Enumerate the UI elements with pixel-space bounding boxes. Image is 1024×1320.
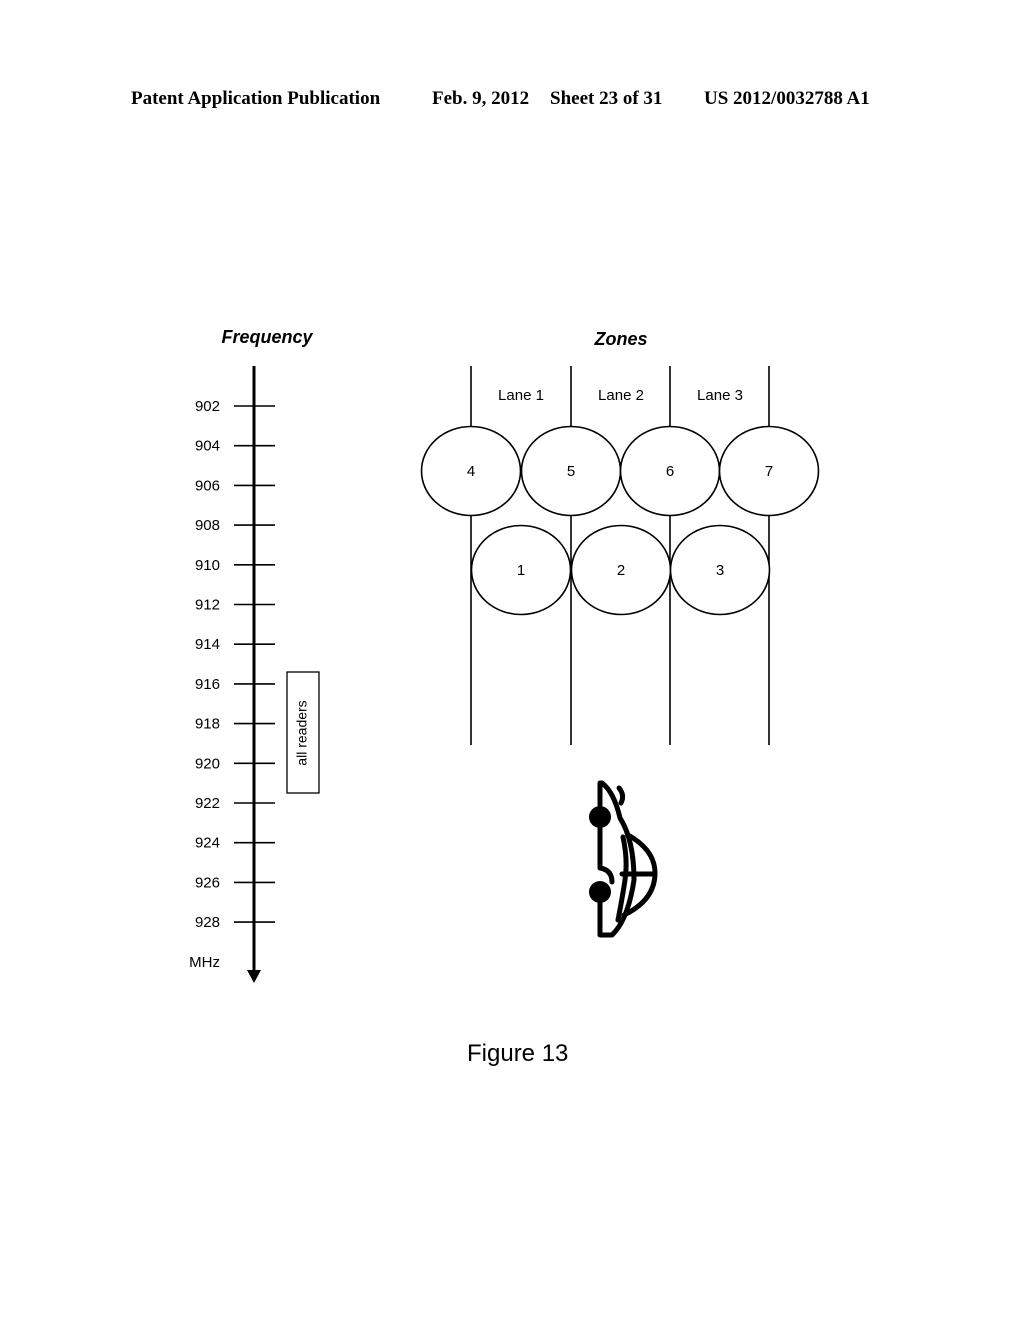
tick-group: 902 904 906 908 910 912 914 916 918 920 922 924 926 9…: [195, 398, 275, 931]
tick-label: 906: [195, 477, 220, 494]
lane-label: Lane 1: [498, 387, 544, 404]
zone-number: 5: [567, 463, 575, 480]
figure-caption: Figure 13: [467, 1040, 569, 1067]
zone-number: 2: [617, 562, 625, 579]
figure-13-diagram: Frequency 902 904 906 908 910 912 914 916 918 920…: [189, 327, 820, 983]
tick-label: 910: [195, 557, 220, 574]
lane-label: Lane 3: [697, 387, 743, 404]
axis-arrow-icon: [247, 970, 261, 983]
zone-number: 1: [517, 562, 525, 579]
tick-label: 926: [195, 874, 220, 891]
band-label: all readers: [294, 700, 310, 765]
tick-label: 918: [195, 716, 220, 733]
unit-label: MHz: [189, 954, 220, 971]
tick-label: 920: [195, 755, 220, 772]
tick-label: 924: [195, 835, 220, 852]
tick-label: 916: [195, 676, 220, 693]
car-icon: [589, 780, 658, 938]
tick-label: 928: [195, 914, 220, 931]
zone-number: 7: [765, 463, 773, 480]
frequency-axis: Frequency 902 904 906 908 910 912 914 916 918 920…: [189, 327, 320, 983]
tick-label: 912: [195, 597, 220, 614]
lane-label: Lane 2: [598, 387, 644, 404]
frequency-title: Frequency: [221, 327, 313, 347]
zones-title: Zones: [593, 329, 647, 349]
tick-label: 902: [195, 398, 220, 415]
tick-label: 922: [195, 795, 220, 812]
tick-label: 908: [195, 517, 220, 534]
all-readers-band: all readers: [286, 671, 320, 794]
tick-label: 914: [195, 636, 220, 653]
zone-number: 6: [666, 463, 674, 480]
tick-label: 904: [195, 438, 220, 455]
zone-number: 3: [716, 562, 724, 579]
zones-diagram: Zones Lane 1 Lane 2 Lane 3 4 5 6 7 1 2 3: [420, 329, 820, 745]
zone-number: 4: [467, 463, 475, 480]
